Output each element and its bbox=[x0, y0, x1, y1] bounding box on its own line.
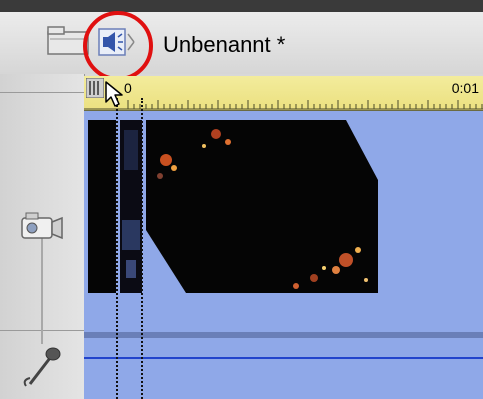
timeline-ruler[interactable]: 0 0:01 bbox=[84, 76, 483, 111]
video-clip[interactable] bbox=[146, 120, 378, 293]
clip-thumbnail bbox=[146, 120, 378, 293]
top-dark-bar bbox=[0, 0, 483, 12]
panel-divider bbox=[0, 92, 84, 93]
clip-boundary-marker bbox=[116, 98, 118, 399]
mouse-cursor-icon bbox=[105, 81, 123, 107]
clip-thumbnail bbox=[120, 120, 142, 293]
ruler-end-label: 0:01 bbox=[451, 80, 479, 96]
audio-level-line bbox=[84, 357, 483, 359]
highlight-circle bbox=[83, 11, 153, 81]
ruler-ticks bbox=[84, 100, 483, 110]
playhead-handle-icon[interactable] bbox=[86, 78, 104, 98]
video-clip[interactable] bbox=[88, 120, 116, 293]
microphone-icon bbox=[23, 347, 61, 387]
track-connector-line bbox=[41, 234, 43, 344]
audio-track[interactable] bbox=[84, 338, 483, 399]
clip-boundary-marker bbox=[141, 98, 143, 399]
camera-icon bbox=[21, 212, 63, 240]
project-title: Unbenannt * bbox=[163, 32, 286, 57]
video-clip[interactable] bbox=[120, 120, 142, 293]
